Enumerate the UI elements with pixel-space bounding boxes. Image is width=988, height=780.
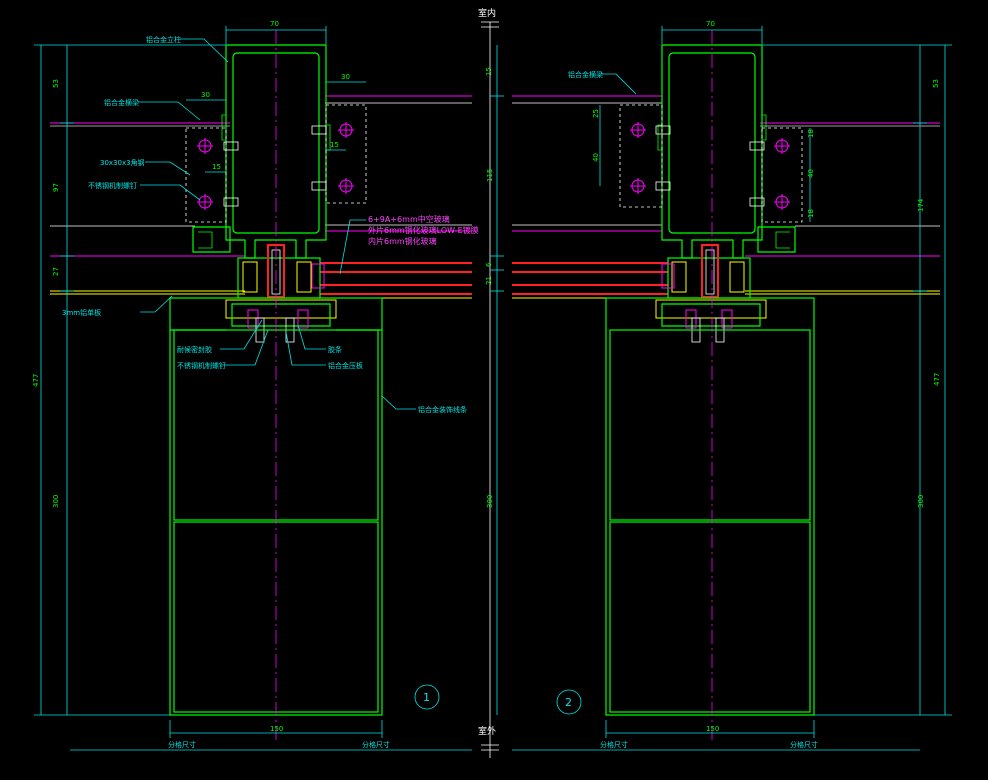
dim-25-right: 25 xyxy=(592,109,600,118)
label-alu-column: 铝合金立柱 xyxy=(146,35,181,44)
dim-70-left: 70 xyxy=(270,20,279,28)
dim-477-right: 477 xyxy=(933,373,941,386)
dim-150-right: 150 xyxy=(706,725,719,733)
dim-300-axis: 300 xyxy=(486,495,494,508)
grid-dim-right-b: 分格尺寸 xyxy=(790,740,818,749)
dim-15-axis: 15 xyxy=(485,67,493,76)
dim-30-left: 30 xyxy=(201,91,210,99)
label-rubber: 胶条 xyxy=(328,345,342,354)
dim-477-left: 477 xyxy=(32,374,40,387)
grid-dim-left-a: 分格尺寸 xyxy=(168,740,196,749)
dim-30-right: 30 xyxy=(341,73,350,81)
label-alu-beam-right: 铝合金横梁 xyxy=(568,70,603,79)
top-label: 室内 xyxy=(478,7,496,19)
label-alu-beam: 铝合金横梁 xyxy=(104,98,139,107)
label-alu-decor: 铝合金装饰线条 xyxy=(418,405,467,414)
dim-18-right-a: 18 xyxy=(807,129,815,138)
dim-15-left: 15 xyxy=(212,163,221,171)
dim-300-left: 300 xyxy=(52,495,60,508)
dim-27-left: 27 xyxy=(52,267,60,276)
dim-40-right-b: 40 xyxy=(807,169,815,178)
label-panel-3mm: 3mm铝单板 xyxy=(62,308,101,317)
central-axis: 室内 室外 xyxy=(478,7,499,758)
dim-6-axis: 6 xyxy=(485,262,493,267)
dim-97-left: 97 xyxy=(52,183,60,192)
dim-150-left: 150 xyxy=(270,725,283,733)
label-alu-plate: 铝合金压板 xyxy=(328,361,363,370)
label-ss-bolt-2: 不锈钢机制螺钉 xyxy=(177,361,226,370)
dim-53-right: 53 xyxy=(932,79,940,88)
label-glass-spec-1: 6+9A+6mm中空玻璃 xyxy=(368,214,450,224)
detail-left: 70 30 30 15 15 150 分格尺寸 分格尺寸 53 97 27 47… xyxy=(32,20,472,751)
horizontal-lines xyxy=(50,95,940,299)
cad-drawing: 室内 室外 70 30 30 15 15 150 分格尺寸 分格尺寸 53 97… xyxy=(32,7,952,758)
grid-dim-right-a: 分格尺寸 xyxy=(600,740,628,749)
label-ss-bolt: 不锈钢机制螺钉 xyxy=(88,181,137,190)
right-annotations: 铝合金横梁 2 xyxy=(556,70,637,715)
dim-300-right: 300 xyxy=(917,495,925,508)
detail-number-1: 1 xyxy=(423,691,430,704)
dim-15-right: 15 xyxy=(330,141,339,149)
label-glass-spec-3: 内片6mm钢化玻璃 xyxy=(368,236,437,246)
dim-174-right: 174 xyxy=(917,198,925,212)
grid-dim-left-b: 分格尺寸 xyxy=(362,740,390,749)
dim-53-left: 53 xyxy=(52,79,60,88)
label-glass-spec-2: 外片6mm钢化玻璃LOW-E镀膜 xyxy=(368,225,479,235)
left-annotations: 铝合金立柱 铝合金横梁 30x30x3角钢 不锈钢机制螺钉 6+9A+6mm中空… xyxy=(62,35,479,710)
dim-18-right-b: 18 xyxy=(807,209,815,218)
label-sealant: 耐候密封胶 xyxy=(177,345,212,354)
bottom-label: 室外 xyxy=(478,725,496,737)
dim-115-axis: 115 xyxy=(486,169,494,182)
dim-21-axis: 21 xyxy=(485,276,493,285)
detail-number-2: 2 xyxy=(565,696,572,709)
detail-right: 70 25 40 18 40 18 150 分格尺寸 分格尺寸 15 115 6… xyxy=(485,20,952,751)
glass-panes xyxy=(320,262,668,295)
dim-40-right-a: 40 xyxy=(592,153,600,162)
dim-70-right: 70 xyxy=(706,20,715,28)
label-angle-steel: 30x30x3角钢 xyxy=(100,158,145,167)
